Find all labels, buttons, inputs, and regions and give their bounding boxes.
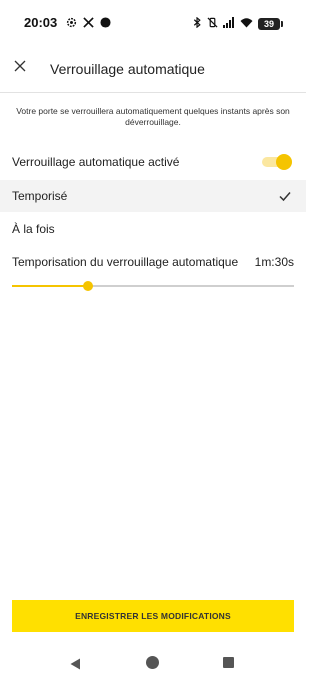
page-title: Verrouillage automatique: [50, 61, 205, 77]
vibrate-off-icon: [207, 15, 218, 33]
bluetooth-icon: [193, 15, 202, 33]
signal-icon: [223, 15, 235, 33]
checkmark-icon: [278, 189, 292, 203]
save-changes-button[interactable]: ENREGISTRER LES MODIFICATIONS: [12, 600, 294, 632]
dot-icon: [100, 15, 111, 33]
close-icon: [14, 59, 26, 77]
app-header: Verrouillage automatique: [0, 52, 306, 86]
slider-thumb[interactable]: [83, 281, 94, 291]
slider-fill: [12, 285, 89, 287]
system-nav-bar: [0, 648, 306, 680]
status-bar: 20:03 39: [0, 0, 306, 44]
mode-option-temporise[interactable]: Temporisé: [0, 180, 306, 212]
status-time: 20:03: [24, 15, 58, 30]
mode-option-label: Temporisé: [12, 189, 68, 203]
auto-lock-row: Verrouillage automatique activé: [0, 146, 306, 178]
mode-option-a-la-fois[interactable]: À la fois: [0, 213, 306, 245]
wifi-icon: [240, 15, 253, 33]
battery-indicator: 39: [258, 18, 283, 30]
x-logo-icon: [83, 15, 94, 33]
close-button[interactable]: [10, 58, 30, 78]
status-left-icons: [66, 15, 111, 33]
recents-square-icon[interactable]: [223, 657, 234, 668]
header-divider: [0, 92, 306, 93]
duration-value: 1m:30s: [254, 255, 294, 269]
back-triangle-icon[interactable]: [70, 657, 81, 675]
duration-slider[interactable]: [12, 278, 294, 294]
auto-lock-label: Verrouillage automatique activé: [12, 155, 180, 169]
status-right-icons: 39: [193, 15, 283, 33]
settings-gear-icon: [66, 15, 77, 33]
toggle-thumb: [276, 154, 292, 170]
duration-row: Temporisation du verrouillage automatiqu…: [0, 246, 306, 278]
description-text: Votre porte se verrouillera automatiquem…: [16, 106, 290, 127]
mode-option-label: À la fois: [12, 222, 55, 236]
home-circle-icon[interactable]: [146, 656, 159, 669]
auto-lock-toggle[interactable]: [262, 154, 292, 170]
duration-label: Temporisation du verrouillage automatiqu…: [12, 255, 239, 269]
